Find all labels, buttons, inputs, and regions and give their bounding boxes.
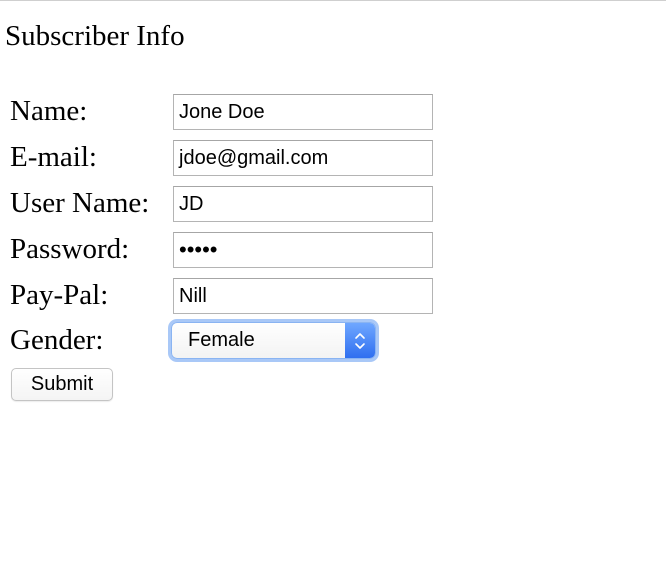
select-arrows-icon — [345, 323, 375, 358]
gender-select[interactable]: Female — [171, 322, 376, 359]
submit-button[interactable]: Submit — [11, 368, 113, 401]
username-label: User Name: — [10, 187, 150, 219]
email-field[interactable]: jdoe@gmail.com — [173, 140, 433, 176]
paypal-label: Pay-Pal: — [10, 279, 109, 311]
name-label: Name: — [10, 95, 88, 127]
name-field[interactable]: Jone Doe — [173, 94, 433, 130]
username-field[interactable]: JD — [173, 186, 433, 222]
password-field[interactable]: ••••• — [173, 232, 433, 268]
gender-selected-value: Female — [188, 329, 255, 351]
gender-label: Gender: — [10, 324, 104, 356]
password-label: Password: — [10, 233, 130, 265]
page-title: Subscriber Info — [5, 20, 185, 52]
paypal-field[interactable]: Nill — [173, 278, 433, 314]
email-label: E-mail: — [10, 141, 97, 173]
